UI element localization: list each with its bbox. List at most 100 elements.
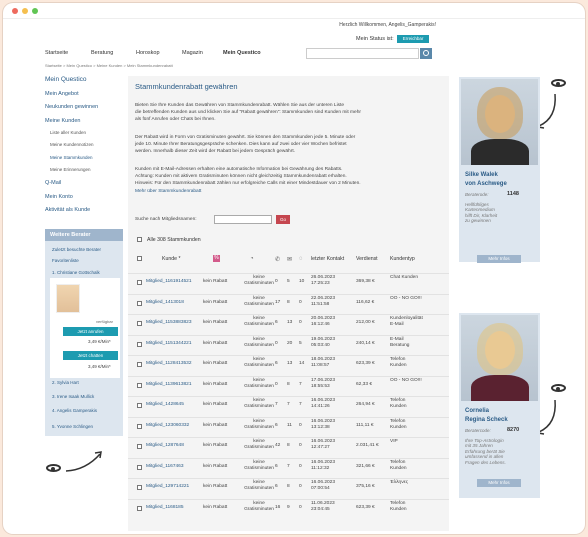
nav-horoskop[interactable]: Horoskop xyxy=(136,50,160,56)
count-chats: 0 xyxy=(299,299,302,305)
eye-icon xyxy=(551,79,566,87)
chat-icon[interactable]: ◌ xyxy=(299,256,303,262)
ad-name-line1[interactable]: Silke Walek xyxy=(465,172,498,178)
row-checkbox[interactable] xyxy=(137,382,142,388)
count-mails: 9 xyxy=(287,504,290,510)
sidebar-item-konto[interactable]: Mein Konto xyxy=(45,194,73,200)
table-row: Mitglied_123060332 kein Rabatt keine Gratis… xyxy=(128,416,449,434)
favorites-link[interactable]: Favoritenliste xyxy=(52,258,79,263)
select-all-label: Alle 308 Stammkunden xyxy=(147,237,201,243)
row-checkbox[interactable] xyxy=(137,362,142,367)
row-checkbox[interactable] xyxy=(137,464,142,470)
ad-name-line2[interactable]: Regina Scheck xyxy=(465,417,508,423)
count-mails: 20 xyxy=(287,340,293,346)
last-contact-time: 07:00:54 xyxy=(311,486,330,491)
sidebar-subitem-erinnerungen[interactable]: Meine Erinnerungen xyxy=(50,167,91,172)
gratis-line: Gratisminuten xyxy=(244,445,274,450)
kundentyp-line: Kunden xyxy=(390,465,407,471)
gratis-cell: keine Gratisminuten xyxy=(244,460,274,472)
customer-name-link[interactable]: Mitglied_1153883823 xyxy=(146,320,192,326)
header-checkbox[interactable] xyxy=(137,256,142,261)
mail-icon[interactable]: ✉ xyxy=(287,256,292,263)
row-checkbox[interactable] xyxy=(137,341,142,347)
search-icon[interactable] xyxy=(420,48,432,59)
minimize-dot-icon[interactable] xyxy=(22,8,28,14)
sidebar-item-aktivitaet[interactable]: Aktivität als Kunde xyxy=(45,207,90,213)
sidebar-item-qmail[interactable]: Q-Mail xyxy=(45,180,61,186)
favorite-expert-5[interactable]: 5. Yvonne Schlingen xyxy=(52,424,93,429)
customer-name-link[interactable]: Mitglied_1139613821 xyxy=(146,382,192,388)
expert-ad[interactable]: Cornelia Regina Scheck Beratercode: 8270 Ihr… xyxy=(459,313,540,498)
col-letzter-kontakt[interactable]: letzter Kontakt xyxy=(311,256,344,262)
ad-more-info-button[interactable]: Mehr Infos xyxy=(477,479,521,487)
clock-icon[interactable]: ◔ xyxy=(250,256,254,262)
favorite-expert-4[interactable]: 4. Angelis Gamperakis xyxy=(52,408,97,413)
row-checkbox[interactable] xyxy=(137,280,142,285)
nav-mein-questico[interactable]: Mein Questico xyxy=(223,50,261,56)
phone-icon[interactable]: ✆ xyxy=(275,256,280,263)
nav-beratung[interactable]: Beratung xyxy=(91,50,113,56)
customer-name-link[interactable]: Mitglied_129714221 xyxy=(146,484,189,490)
sidebar-subitem-liste[interactable]: Liste aller Kunden xyxy=(50,130,86,135)
favorite-expert-3[interactable]: 3. Irene Isaak Mullick xyxy=(52,394,94,399)
experts-box-title: Weitere Berater xyxy=(45,229,123,241)
select-all-checkbox[interactable] xyxy=(137,237,142,242)
customer-name-link[interactable]: Mitglied_1287648 xyxy=(146,443,184,449)
sidebar-item-angebot[interactable]: Mein Angebot xyxy=(45,91,79,97)
sidebar-subitem-stammkunden[interactable]: Meine Stammkunden xyxy=(50,155,93,160)
sidebar-item-neukunden[interactable]: Neukunden gewinnen xyxy=(45,104,98,110)
close-dot-icon[interactable] xyxy=(12,8,18,14)
customer-name-link[interactable]: Mitglied_123060332 xyxy=(146,423,189,429)
expert-ad[interactable]: Silke Walek von Aschwege Beraterode: 1148 He… xyxy=(459,77,540,263)
customer-name-link[interactable]: Mitglied_1167463 xyxy=(146,464,184,470)
ad-photo[interactable] xyxy=(461,315,538,401)
row-checkbox[interactable] xyxy=(137,403,142,408)
sidebar-subitem-notizen[interactable]: Meine Kundennotizen xyxy=(50,142,94,147)
rabatt-cell: kein Rabatt xyxy=(203,361,228,366)
customer-name-link[interactable]: Mitglied_1128413532 xyxy=(146,361,192,367)
recent-experts-link[interactable]: Zuletzt besuchte Berater xyxy=(52,247,101,252)
col-kunde[interactable]: Kunde * xyxy=(162,256,180,262)
member-search-go-button[interactable]: Go xyxy=(276,215,290,224)
col-verdienst[interactable]: Verdienst xyxy=(356,256,378,262)
sidebar-item-kunden[interactable]: Meine Kunden xyxy=(45,118,80,124)
row-checkbox[interactable] xyxy=(137,485,142,490)
count-calls: 7 xyxy=(275,402,278,407)
customer-name-link[interactable]: Mitglied_1168185 xyxy=(146,505,184,511)
ad-name-line1[interactable]: Cornelia xyxy=(465,408,489,414)
maximize-dot-icon[interactable] xyxy=(32,8,38,14)
customer-name-link[interactable]: Mitglied_1428645 xyxy=(146,402,184,408)
last-contact-cell: 17.06.2023 18:55:53 xyxy=(311,378,335,390)
customer-name-link[interactable]: Mitglied_1151344221 xyxy=(146,341,192,347)
row-checkbox[interactable] xyxy=(137,444,142,449)
ad-photo[interactable] xyxy=(461,79,538,165)
ad-code: 1148 xyxy=(507,191,519,197)
row-checkbox[interactable] xyxy=(137,300,142,306)
customer-name-link[interactable]: Mitglied_1161914521 xyxy=(146,279,192,285)
status-toggle-button[interactable]: Erreichbar xyxy=(397,35,429,43)
favorite-expert-1[interactable]: 1. Christiane Gottschalk xyxy=(52,270,100,275)
more-info-link[interactable]: Mehr über Stammkundenrabatt xyxy=(135,188,445,195)
favorite-expert-2[interactable]: 2. Sylvia Hart xyxy=(52,380,79,385)
verdienst-cell: 240,14 € xyxy=(356,340,375,346)
gratis-line: Gratisminuten xyxy=(244,322,274,327)
call-now-button[interactable]: Jetzt anrufen xyxy=(63,327,118,336)
row-checkbox[interactable] xyxy=(137,423,142,429)
ad-name-line2[interactable]: von Aschwege xyxy=(465,181,507,187)
ad-more-info-button[interactable]: Mehr Infos xyxy=(477,255,521,263)
nav-magazin[interactable]: Magazin xyxy=(182,50,203,56)
kundentyp-line: Kunden xyxy=(390,404,407,409)
member-search-input[interactable] xyxy=(214,215,272,224)
nav-startseite[interactable]: Startseite xyxy=(45,50,68,56)
row-checkbox[interactable] xyxy=(137,505,142,511)
chat-now-button[interactable]: Jetzt chatten xyxy=(63,351,118,360)
site-search-input[interactable] xyxy=(306,48,419,59)
col-kundentyp[interactable]: Kundentyp xyxy=(390,256,415,262)
row-checkbox[interactable] xyxy=(137,321,142,326)
sidebar-title[interactable]: Mein Questico xyxy=(45,76,87,83)
col-rabatt-percent[interactable]: % xyxy=(213,255,220,262)
last-contact-date: 11.06.2023 xyxy=(311,500,335,506)
customer-name-link[interactable]: Mitglied_1413018 xyxy=(146,300,184,306)
expert-photo[interactable] xyxy=(56,284,80,313)
count-chats: 10 xyxy=(299,279,305,284)
